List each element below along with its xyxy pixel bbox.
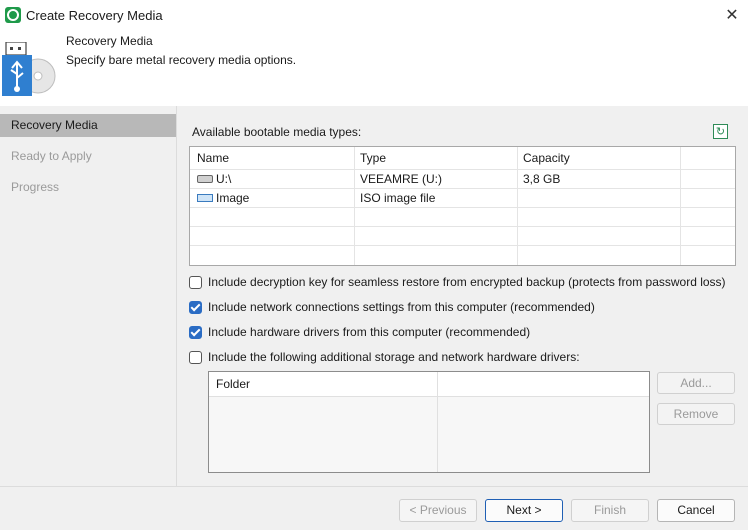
checkbox[interactable] — [189, 350, 202, 364]
next-button[interactable]: Next > — [485, 499, 563, 522]
step-ready-to-apply: Ready to Apply — [11, 149, 92, 163]
option-network-settings[interactable]: Include network connections settings fro… — [189, 299, 595, 315]
previous-button[interactable]: < Previous — [399, 499, 477, 522]
title-bar: Create Recovery Media ✕ — [0, 0, 748, 31]
veeam-app-icon — [5, 7, 21, 23]
wizard-header: Recovery Media Specify bare metal recove… — [0, 31, 748, 106]
finish-button[interactable]: Finish — [571, 499, 649, 522]
media-types-table: Name Type Capacity U:\ VEEAMRE (U:) 3,8 … — [189, 146, 736, 266]
close-icon[interactable]: ✕ — [721, 4, 743, 26]
column-header-name[interactable]: Name — [197, 149, 229, 168]
step-recovery-media[interactable]: Recovery Media — [0, 114, 176, 137]
column-header-type[interactable]: Type — [360, 149, 386, 168]
media-name: Image — [216, 191, 250, 205]
page-title: Recovery Media — [66, 34, 153, 48]
checkbox[interactable] — [189, 275, 202, 289]
media-type: ISO image file — [360, 191, 436, 205]
option-label: Include decryption key for seamless rest… — [208, 275, 726, 289]
table-row[interactable]: Image — [197, 189, 249, 208]
drive-icon — [197, 174, 213, 183]
remove-driver-button[interactable]: Remove — [657, 403, 735, 425]
iso-image-icon — [197, 193, 213, 202]
media-types-label: Available bootable media types: — [192, 125, 362, 139]
media-type: VEEAMRE (U:) — [360, 172, 443, 186]
cancel-button[interactable]: Cancel — [657, 499, 735, 522]
table-row[interactable]: U:\ — [197, 170, 231, 189]
page-subtitle: Specify bare metal recovery media option… — [66, 53, 297, 67]
step-progress: Progress — [11, 180, 60, 194]
media-capacity: 3,8 GB — [523, 172, 561, 186]
option-hardware-drivers[interactable]: Include hardware drivers from this compu… — [189, 324, 530, 340]
column-header-folder[interactable]: Folder — [216, 375, 250, 394]
column-header-capacity[interactable]: Capacity — [523, 149, 570, 168]
option-label: Include the following additional storage… — [208, 350, 580, 364]
refresh-icon[interactable]: ↻ — [713, 124, 728, 139]
folder-table-header — [209, 372, 649, 397]
option-label: Include hardware drivers from this compu… — [208, 325, 531, 339]
media-name: U:\ — [216, 172, 232, 186]
window-title: Create Recovery Media — [26, 8, 163, 23]
checkbox-checked[interactable] — [189, 325, 202, 339]
option-label: Include network connections settings fro… — [208, 300, 595, 314]
usb-recovery-media-icon — [2, 42, 56, 96]
drivers-folder-table[interactable]: Folder — [208, 371, 650, 473]
wizard-steps: Recovery Media Ready to Apply Progress — [0, 106, 176, 486]
option-additional-drivers[interactable]: Include the following additional storage… — [189, 349, 580, 365]
option-decryption-key[interactable]: Include decryption key for seamless rest… — [189, 274, 726, 290]
checkbox-checked[interactable] — [189, 300, 202, 314]
add-driver-button[interactable]: Add... — [657, 372, 735, 394]
